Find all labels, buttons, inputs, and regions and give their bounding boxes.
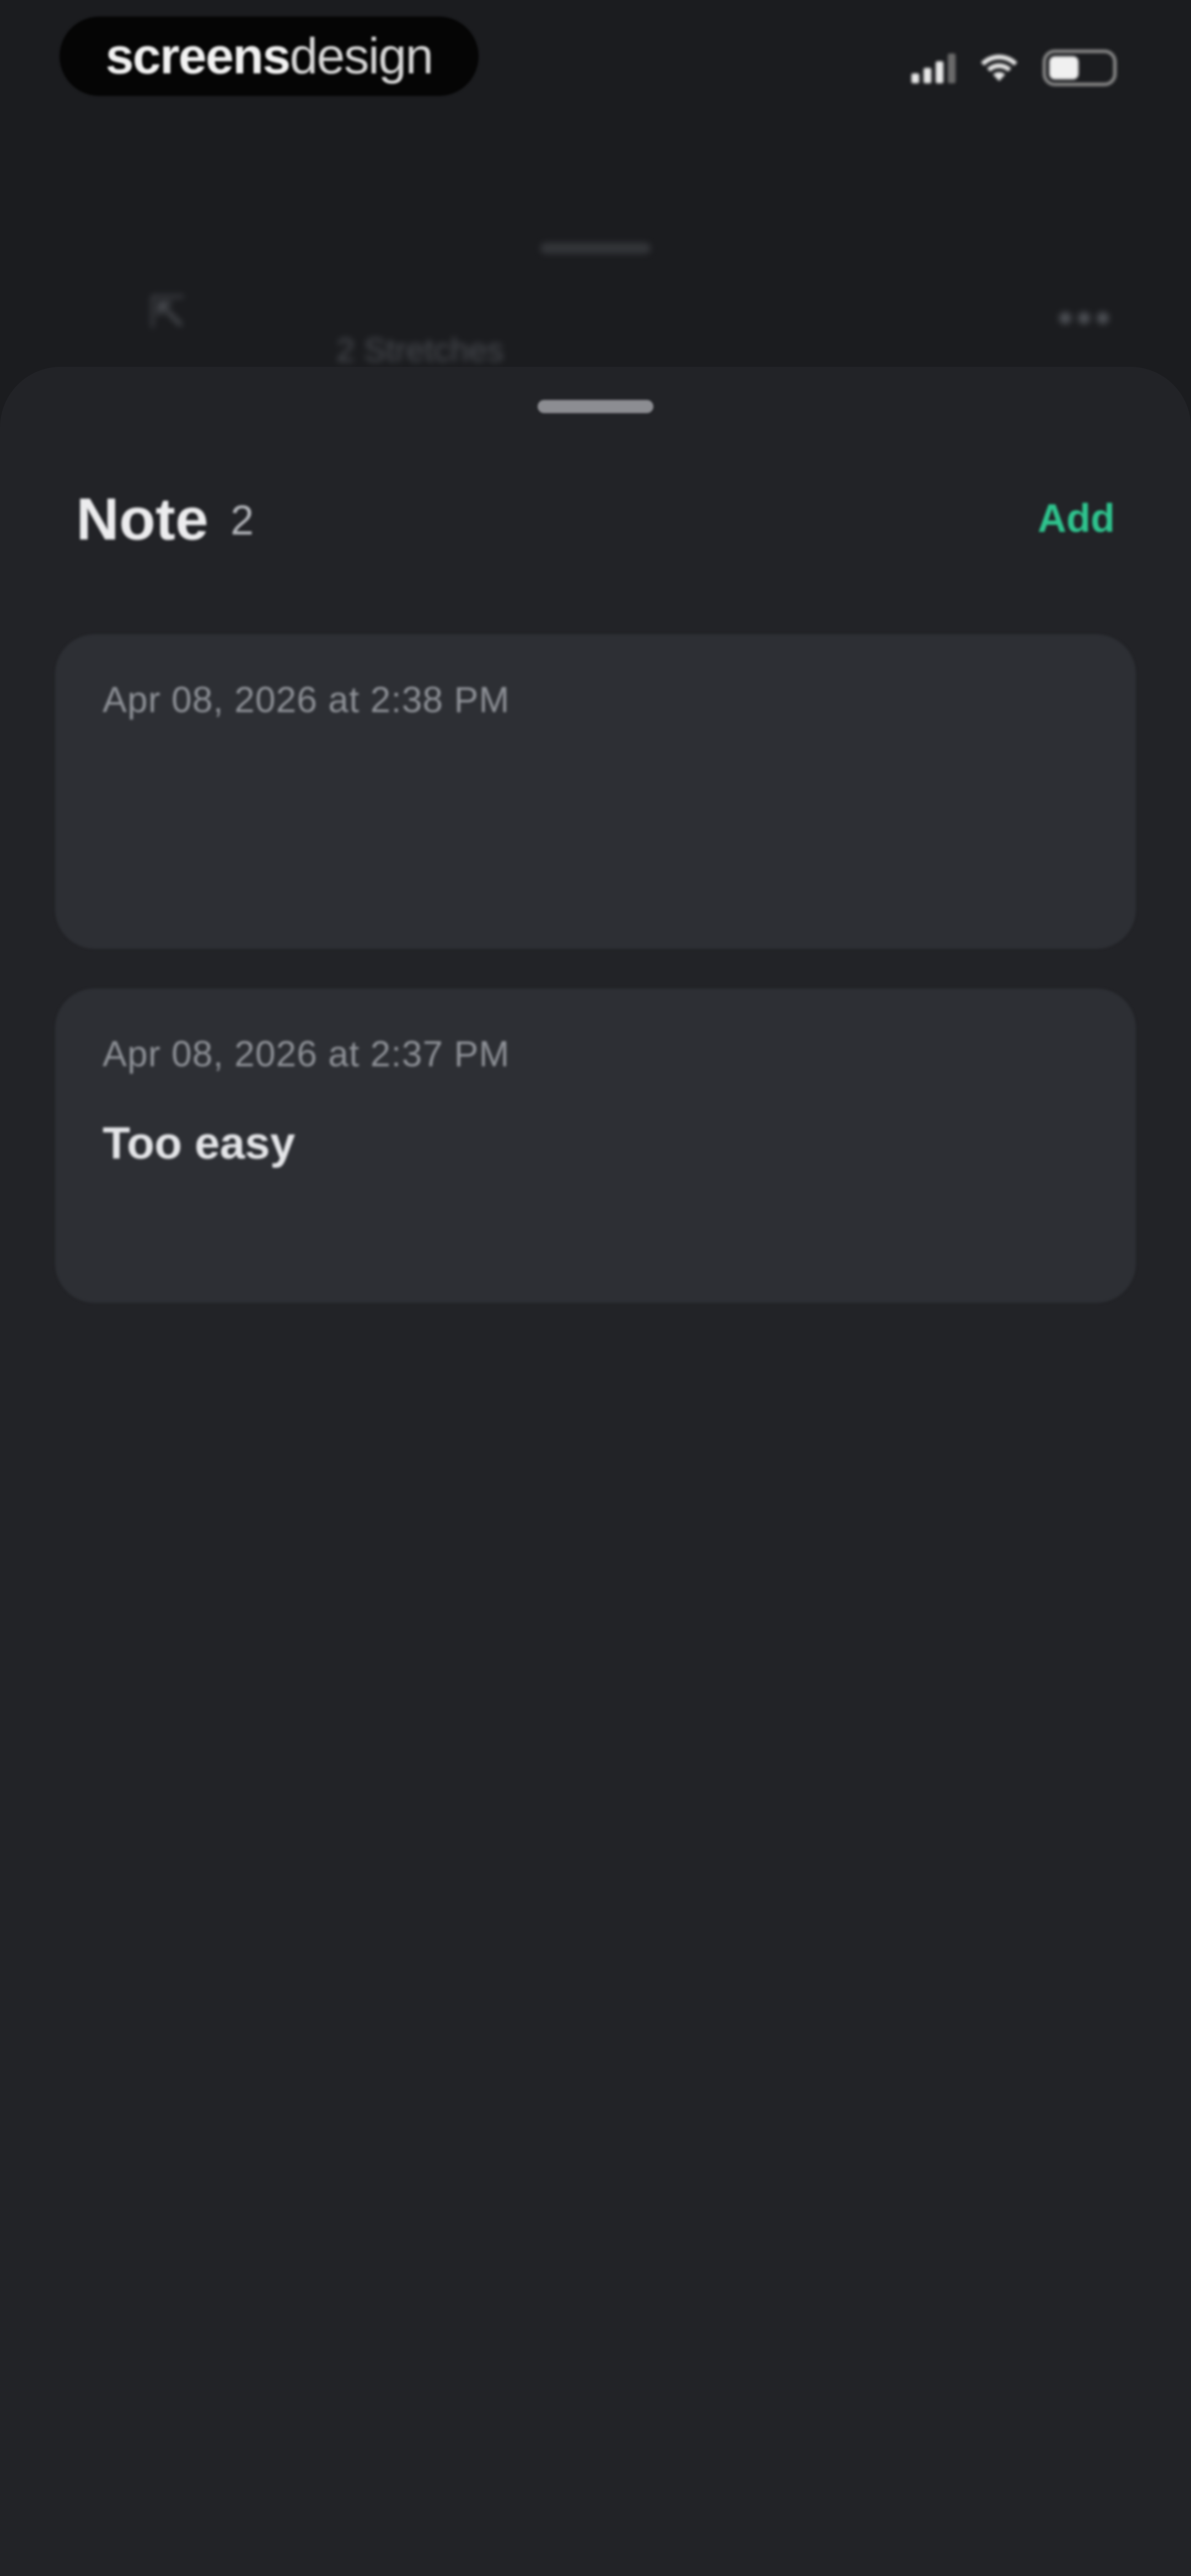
brand-primary: screens xyxy=(105,28,291,84)
battery-fill xyxy=(1049,56,1079,79)
notes-sheet: Note 2 Add Apr 08, 2026 at 2:38 PM Apr 0… xyxy=(0,367,1191,2576)
wifi-icon xyxy=(981,55,1017,81)
background-grabber xyxy=(540,243,651,254)
add-note-button[interactable]: Add xyxy=(1038,496,1115,541)
note-count: 2 xyxy=(230,496,254,544)
status-bar: screens design xyxy=(0,0,1191,127)
brand-secondary: design xyxy=(289,28,433,84)
note-card[interactable]: Apr 08, 2026 at 2:37 PM Too easy xyxy=(55,988,1136,1303)
sheet-title: Note xyxy=(76,485,208,552)
sheet-header: Note 2 Add xyxy=(76,483,1115,554)
background-title: 2 Stretches xyxy=(336,332,504,368)
app-screen: screensdesign ⇱ 2 Stretches ••• Note 2 xyxy=(0,0,1191,2576)
signal-icon xyxy=(911,52,956,83)
note-date: Apr 08, 2026 at 2:38 PM xyxy=(103,679,510,720)
note-text: Too easy xyxy=(103,1118,296,1168)
notes-list: Apr 08, 2026 at 2:38 PM Apr 08, 2026 at … xyxy=(55,634,1136,1343)
note-card[interactable]: Apr 08, 2026 at 2:38 PM xyxy=(55,634,1136,949)
battery-icon xyxy=(1043,50,1117,86)
sheet-drag-handle[interactable] xyxy=(538,400,653,413)
screensdesign-logo: screens design xyxy=(60,17,479,96)
back-arrow-icon: ⇱ xyxy=(149,288,186,337)
more-horizontal-icon: ••• xyxy=(1057,293,1114,342)
note-date: Apr 08, 2026 at 2:37 PM xyxy=(103,1033,510,1074)
status-icons xyxy=(911,50,1117,86)
